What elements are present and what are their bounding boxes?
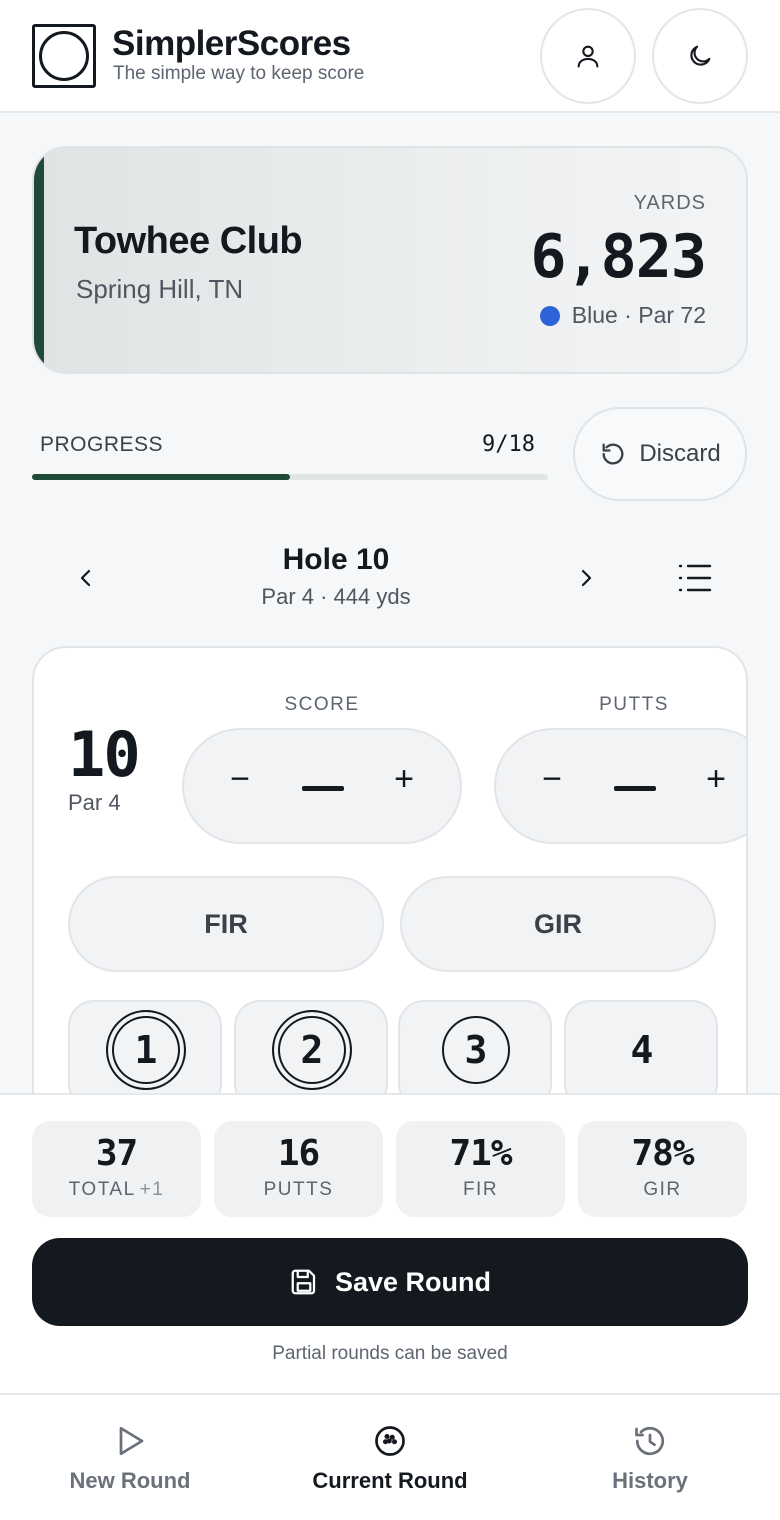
moon-icon: [690, 45, 711, 66]
save-note: Partial rounds can be saved: [272, 1343, 508, 1364]
list-icon: [678, 564, 712, 592]
tab-current-round[interactable]: Current Round: [260, 1395, 520, 1520]
golf-ball-icon: [375, 1426, 405, 1456]
putts-value-empty: [614, 786, 656, 791]
total-stat: 37 TOTAL +1: [32, 1121, 201, 1217]
score-value-empty: [302, 786, 344, 791]
tee-label: Blue · Par 72: [571, 302, 706, 328]
hole-list-button[interactable]: [672, 558, 716, 598]
progress-count: 9/18: [482, 432, 535, 457]
round-summary-panel: 37 TOTAL +1 16 PUTTS 71% FIR 78% GIR Save…: [0, 1093, 780, 1393]
course-location: Spring Hill, TN: [76, 274, 244, 304]
total-label-text: TOTAL: [68, 1179, 136, 1200]
app-logo: [32, 24, 96, 88]
putts-value: 16: [277, 1133, 320, 1174]
app-header: SimplerScores The simple way to keep sco…: [0, 0, 780, 113]
yards-value: 6,823: [530, 222, 707, 292]
progress-bar: [32, 474, 548, 480]
putts-stepper: − +: [494, 728, 746, 844]
app-tagline: The simple way to keep score: [113, 63, 365, 84]
tab-label: New Round: [69, 1468, 191, 1493]
fir-stat: 71% FIR: [396, 1121, 565, 1217]
next-hole-button[interactable]: [568, 560, 604, 596]
yards-label: YARDS: [633, 192, 706, 214]
hole-title: Hole 10: [282, 543, 390, 576]
fir-toggle[interactable]: FIR: [68, 876, 384, 972]
total-label: TOTAL +1: [32, 1179, 201, 1201]
putt-option-label: 3: [442, 1016, 510, 1084]
hole-entry-card: 10 Par 4 SCORE − + PUTTS − + FIR GIR 1 2…: [32, 646, 748, 1146]
score-stepper: − +: [182, 728, 462, 844]
hole-par: Par 4: [68, 790, 121, 815]
gir-stat-label: GIR: [643, 1179, 682, 1200]
bottom-tab-bar: New Round Current Round History: [0, 1393, 780, 1520]
user-icon: [577, 45, 599, 68]
tee-color-dot: [539, 305, 560, 326]
putt-option-label: 1: [106, 1010, 186, 1090]
tab-history[interactable]: History: [520, 1395, 780, 1520]
putt-option-label: 2: [272, 1010, 352, 1090]
total-value: 37: [95, 1133, 138, 1174]
save-icon: [291, 1269, 316, 1295]
tee-info: Blue · Par 72: [539, 302, 706, 329]
fir-value: 71%: [449, 1133, 512, 1174]
gir-value: 78%: [631, 1133, 694, 1174]
discard-label: Discard: [639, 440, 721, 467]
discard-button[interactable]: Discard: [573, 407, 747, 501]
progress-fill: [32, 474, 290, 480]
tab-label: History: [612, 1468, 688, 1493]
hole-subtitle: Par 4 · 444 yds: [261, 584, 411, 609]
tab-new-round[interactable]: New Round: [0, 1395, 260, 1520]
profile-button[interactable]: [540, 8, 636, 104]
fir-stat-label: FIR: [462, 1179, 499, 1200]
putts-label: PUTTS: [599, 694, 669, 715]
score-increment-button[interactable]: +: [384, 760, 424, 799]
tab-label: Current Round: [312, 1468, 468, 1493]
undo-icon: [602, 443, 624, 465]
gir-stat: 78% GIR: [578, 1121, 747, 1217]
save-round-label: Save Round: [334, 1266, 492, 1297]
progress-label: PROGRESS: [40, 433, 164, 456]
score-decrement-button[interactable]: −: [220, 760, 260, 799]
score-label: SCORE: [284, 694, 360, 715]
chevron-right-icon: [581, 569, 592, 587]
play-icon: [119, 1426, 144, 1456]
save-round-button[interactable]: Save Round: [32, 1238, 748, 1326]
gir-toggle[interactable]: GIR: [400, 876, 716, 972]
previous-hole-button[interactable]: [68, 560, 104, 596]
hole-number: 10: [68, 718, 141, 791]
total-to-par: +1: [139, 1179, 165, 1200]
course-accent-bar: [34, 148, 44, 372]
course-card: Towhee Club Spring Hill, TN YARDS 6,823 …: [32, 146, 748, 374]
app-name: SimplerScores: [112, 24, 351, 63]
theme-toggle-button[interactable]: [652, 8, 748, 104]
putts-stat: 16 PUTTS: [214, 1121, 383, 1217]
chevron-left-icon: [80, 569, 91, 587]
putts-increment-button[interactable]: +: [696, 760, 736, 799]
putt-option-label: 4: [630, 1028, 654, 1072]
putts-decrement-button[interactable]: −: [532, 760, 572, 799]
course-name: Towhee Club: [74, 220, 303, 262]
history-icon: [635, 1426, 665, 1456]
putts-stat-label: PUTTS: [263, 1179, 334, 1200]
